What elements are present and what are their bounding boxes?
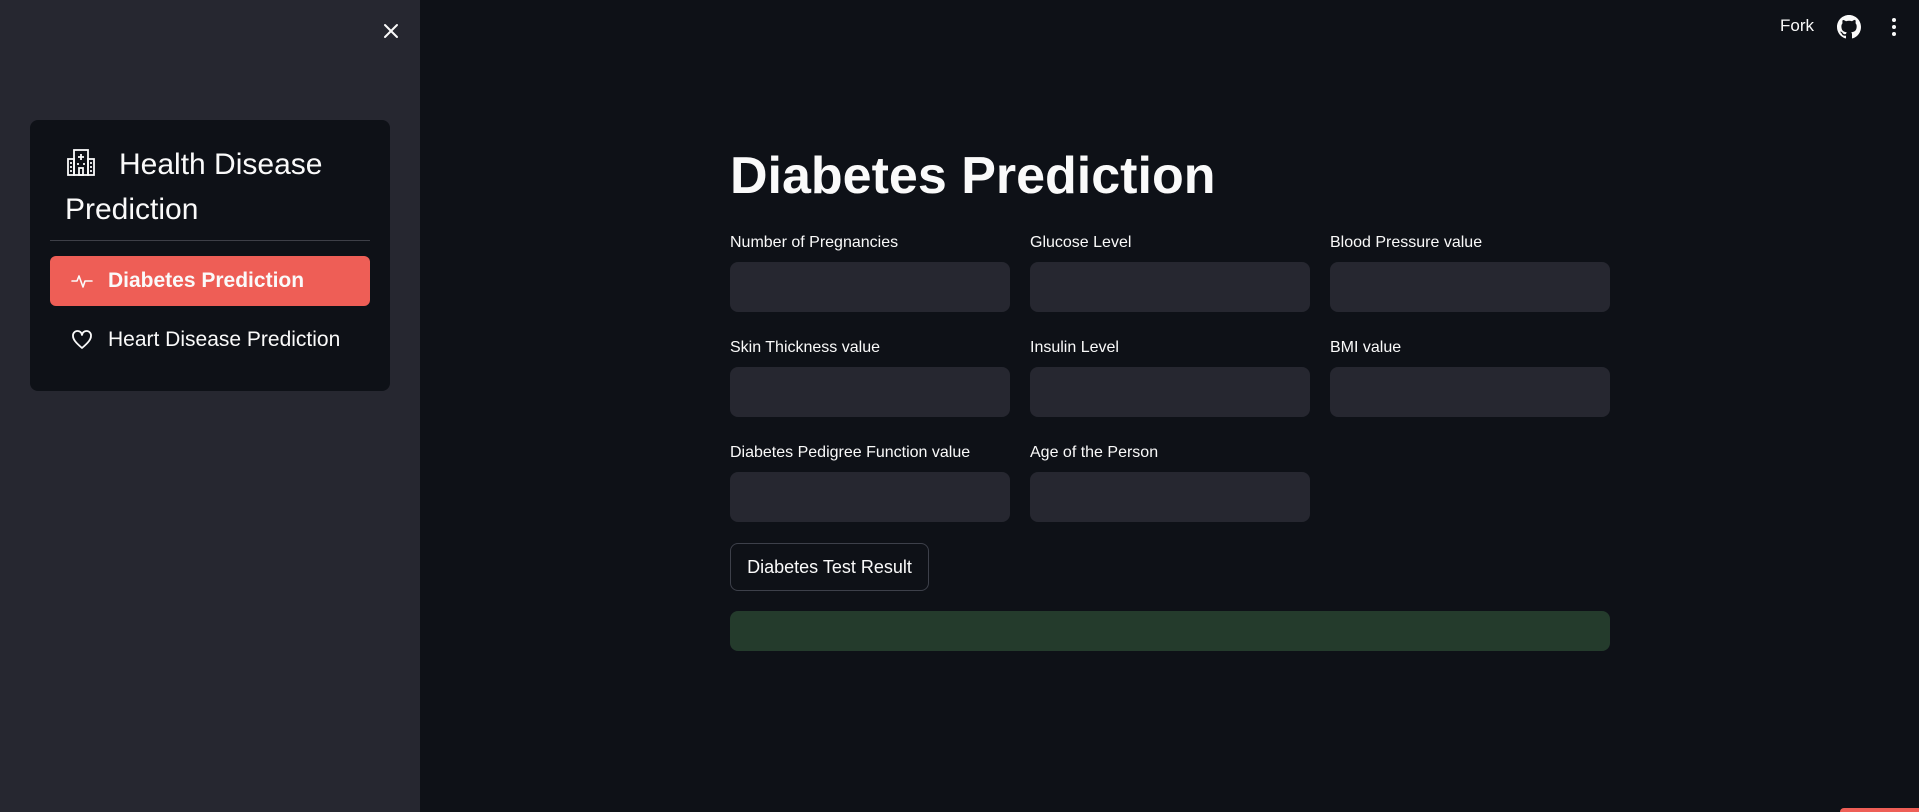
menu-title: Health Disease Prediction	[65, 142, 365, 232]
blood-pressure-label: Blood Pressure value	[1330, 234, 1483, 251]
pregnancies-input[interactable]	[730, 262, 1010, 312]
fork-button[interactable]: Fork	[1780, 16, 1814, 36]
sidebar: Health Disease Prediction Diabetes Predi…	[0, 0, 420, 812]
menu-title-text: Health Disease Prediction	[65, 148, 323, 226]
nav-item-label: Heart Disease Prediction	[108, 328, 341, 351]
nav-item-heart-disease-prediction[interactable]: Heart Disease Prediction	[50, 315, 370, 365]
insulin-input[interactable]	[1030, 367, 1310, 417]
blood-pressure-input[interactable]	[1330, 262, 1610, 312]
github-icon[interactable]	[1837, 15, 1861, 39]
glucose-label: Glucose Level	[1030, 234, 1132, 251]
close-sidebar-icon[interactable]	[378, 18, 404, 44]
pregnancies-label: Number of Pregnancies	[730, 234, 899, 251]
nav-item-label: Diabetes Prediction	[108, 269, 305, 292]
hospital-icon	[65, 146, 97, 178]
diabetes-test-result-button[interactable]: Diabetes Test Result	[730, 543, 929, 591]
status-badge	[1840, 808, 1919, 812]
more-options-icon[interactable]	[1883, 15, 1905, 39]
age-input[interactable]	[1030, 472, 1310, 522]
insulin-label: Insulin Level	[1030, 339, 1119, 356]
nav-item-diabetes-prediction[interactable]: Diabetes Prediction	[50, 256, 370, 306]
glucose-input[interactable]	[1030, 262, 1310, 312]
skin-thickness-label: Skin Thickness value	[730, 339, 880, 356]
age-label: Age of the Person	[1030, 444, 1159, 461]
heart-icon	[70, 328, 94, 352]
result-success-box	[730, 611, 1610, 651]
pedigree-function-input[interactable]	[730, 472, 1010, 522]
page-title: Diabetes Prediction	[730, 147, 1216, 205]
pedigree-function-label: Diabetes Pedigree Function value	[730, 444, 971, 461]
skin-thickness-input[interactable]	[730, 367, 1010, 417]
bmi-input[interactable]	[1330, 367, 1610, 417]
activity-icon	[70, 269, 94, 293]
option-menu: Health Disease Prediction Diabetes Predi…	[30, 120, 390, 391]
bmi-label: BMI value	[1330, 339, 1402, 356]
menu-divider	[50, 240, 370, 241]
